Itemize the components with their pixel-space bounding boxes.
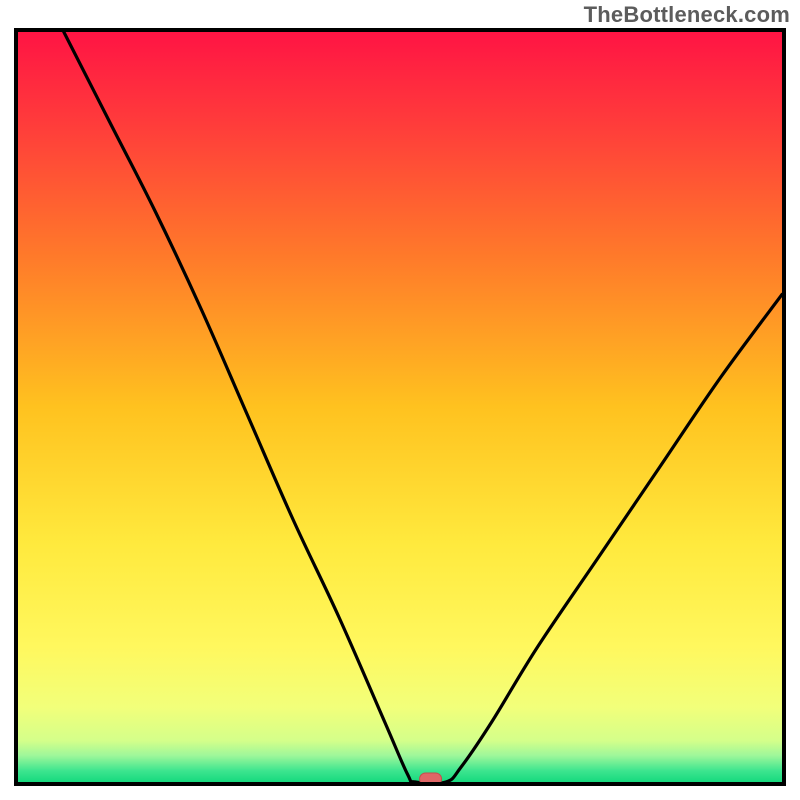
gradient-background xyxy=(18,32,782,782)
optimal-marker xyxy=(420,773,442,782)
chart-svg xyxy=(18,32,782,782)
plot-area xyxy=(14,28,786,786)
watermark-text: TheBottleneck.com xyxy=(584,2,790,28)
chart-container: TheBottleneck.com xyxy=(0,0,800,800)
